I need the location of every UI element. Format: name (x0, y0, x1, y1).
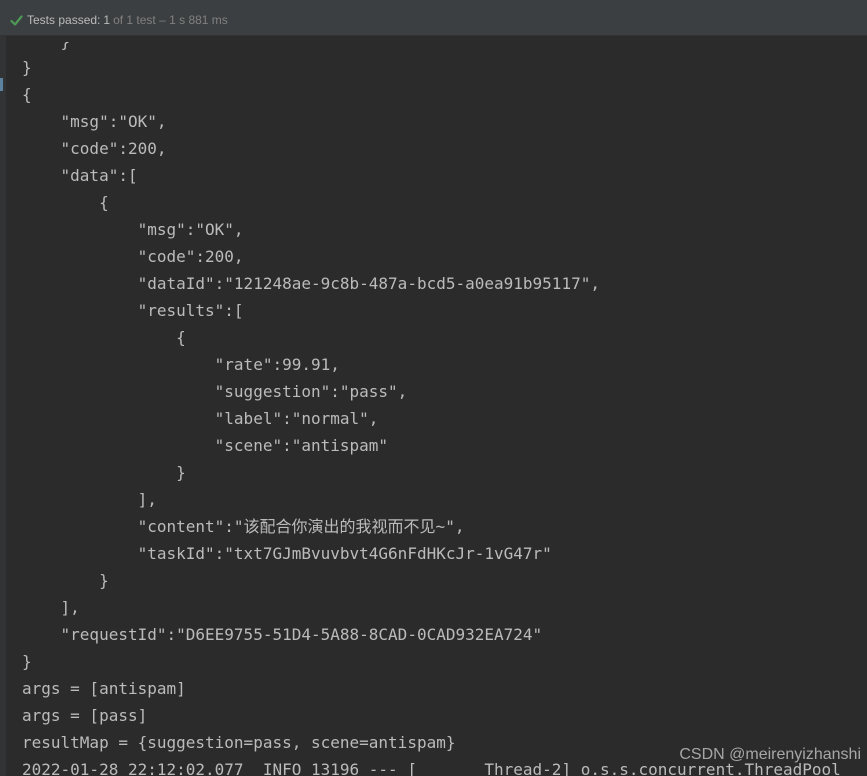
console-line: } (22, 652, 32, 671)
console-gutter (0, 36, 6, 776)
console-line: "code":200, (22, 139, 167, 158)
console-line: "data":[ (22, 166, 138, 185)
console-line: "scene":"antispam" (22, 436, 389, 455)
console-line: { (22, 328, 186, 347)
test-status[interactable]: Tests passed: 1 of 1 test – 1 s 881 ms (10, 12, 228, 28)
console-line: "msg":"OK", (22, 112, 167, 131)
console-output[interactable]: }} { "msg":"OK", "code":200, "data":[ { "… (22, 42, 867, 776)
console-line: } (22, 463, 186, 482)
check-icon (10, 14, 23, 26)
console-line: "results":[ (22, 301, 244, 320)
console-line: "msg":"OK", (22, 220, 244, 239)
tests-passed-count: 1 (103, 13, 111, 27)
console-line: "suggestion":"pass", (22, 382, 408, 401)
console-line: } (22, 58, 32, 77)
console-line: ], (22, 598, 80, 617)
console-line: } (22, 571, 109, 590)
console-line: ], (22, 490, 157, 509)
console-line: { (22, 85, 32, 104)
console-line: "requestId":"D6EE9755-51D4-5A88-8CAD-0CA… (22, 625, 543, 644)
console-line: "label":"normal", (22, 409, 379, 428)
tests-passed-label: Tests passed: (27, 13, 101, 27)
console-line: "dataId":"121248ae-9c8b-487a-bcd5-a0ea91… (22, 274, 600, 293)
console-line: "content":"该配合你演出的我视而不见~", (22, 517, 465, 536)
console-line: "rate":99.91, (22, 355, 340, 374)
console-line: args = [antispam] (22, 679, 186, 698)
test-status-bar: Tests passed: 1 of 1 test – 1 s 881 ms (0, 0, 867, 36)
console-line: args = [pass] (22, 706, 148, 725)
tests-passed-detail: of 1 test – 1 s 881 ms (113, 13, 228, 27)
gutter-marker (0, 78, 3, 91)
console-line: { (22, 193, 109, 212)
console-line: "code":200, (22, 247, 244, 266)
console-line: "taskId":"txt7GJmBvuvbvt4G6nFdHKcJr-1vG4… (22, 544, 552, 563)
csdn-watermark: CSDN @meirenyizhanshi (679, 746, 861, 763)
console-line: } (22, 42, 867, 54)
